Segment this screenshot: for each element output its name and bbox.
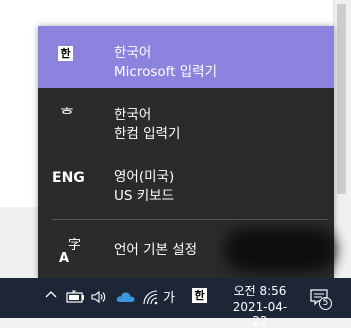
- chevron-up-icon[interactable]: [44, 288, 58, 302]
- onedrive-cloud-icon[interactable]: [116, 290, 136, 304]
- ime-language-label: 한국어: [114, 45, 152, 61]
- notification-count-badge: 5: [319, 297, 332, 310]
- ime-language-label: 영어(미국): [114, 169, 175, 185]
- scrollbar-thumb[interactable]: [337, 4, 346, 194]
- language-settings-icon: 字 A: [59, 238, 81, 264]
- ime-mode-indicator[interactable]: 가: [163, 287, 175, 306]
- ime-language-indicator[interactable]: 한: [192, 288, 207, 303]
- svg-text:A: A: [59, 251, 69, 264]
- korean-ime-box-icon: 한: [58, 46, 73, 61]
- volume-icon[interactable]: [90, 289, 108, 305]
- ime-keyboard-label: Microsoft 입력기: [114, 64, 217, 80]
- wifi-icon[interactable]: [141, 288, 159, 306]
- ime-item-hancom-korean[interactable]: ᄒ 한국어 한컴 입력기: [38, 88, 334, 150]
- input-method-flyout: 한 한국어 Microsoft 입력기 ᄒ 한국어 한컴 입력기 ENG 영어(…: [38, 26, 336, 278]
- clock-time[interactable]: 오전 8:56: [230, 282, 290, 299]
- redacted-blur: [224, 228, 336, 272]
- taskbar: 가 한 오전 8:56 2021-04-22 5: [0, 278, 351, 328]
- hanword-ime-icon: ᄒ: [59, 105, 75, 124]
- ime-keyboard-label: US 키보드: [114, 188, 175, 204]
- battery-icon[interactable]: [66, 290, 86, 304]
- ime-language-label: 한국어: [114, 107, 152, 123]
- svg-text:字: 字: [68, 238, 81, 253]
- eng-text-icon: ENG: [52, 170, 85, 186]
- clock-date[interactable]: 2021-04-22: [226, 300, 294, 328]
- ime-keyboard-label: 한컴 입력기: [114, 126, 181, 142]
- ime-item-english-us[interactable]: ENG 영어(미국) US 키보드: [38, 150, 334, 212]
- ime-item-microsoft-korean[interactable]: 한 한국어 Microsoft 입력기: [38, 26, 334, 88]
- language-preferences-label: 언어 기본 설정: [114, 242, 198, 258]
